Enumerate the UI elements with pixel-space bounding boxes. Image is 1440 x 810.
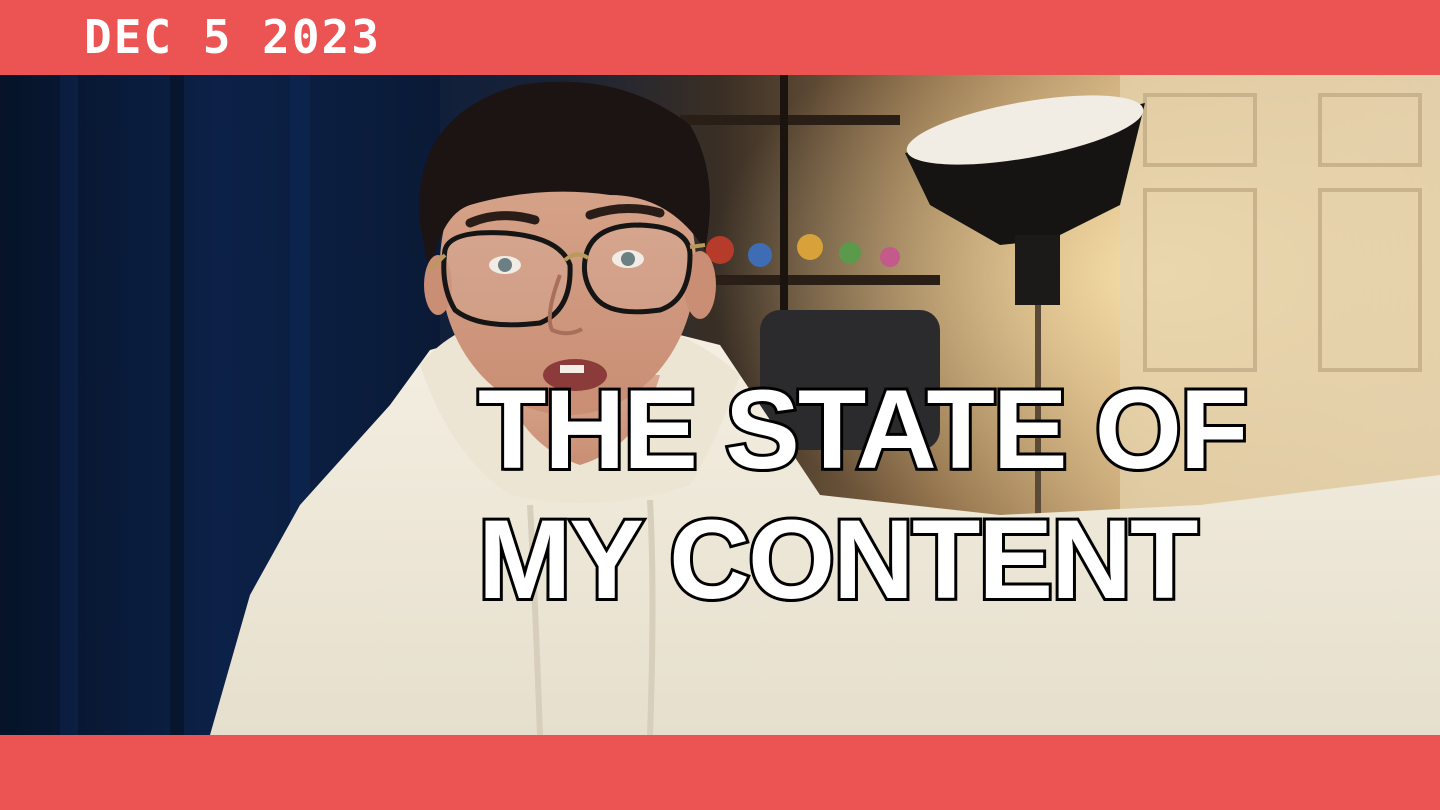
video-thumbnail: DEC 5 2023 THE STATE OF MY CONTENT — [0, 0, 1440, 810]
shelf — [680, 115, 900, 125]
headline-line-2: MY CONTENT — [475, 494, 1201, 625]
bottom-banner — [0, 735, 1440, 810]
headline-title: THE STATE OF MY CONTENT — [475, 364, 1298, 625]
headline-line-1: THE STATE OF — [475, 364, 1251, 495]
date-label: DEC 5 2023 — [84, 10, 381, 64]
top-banner: DEC 5 2023 — [0, 0, 1440, 75]
